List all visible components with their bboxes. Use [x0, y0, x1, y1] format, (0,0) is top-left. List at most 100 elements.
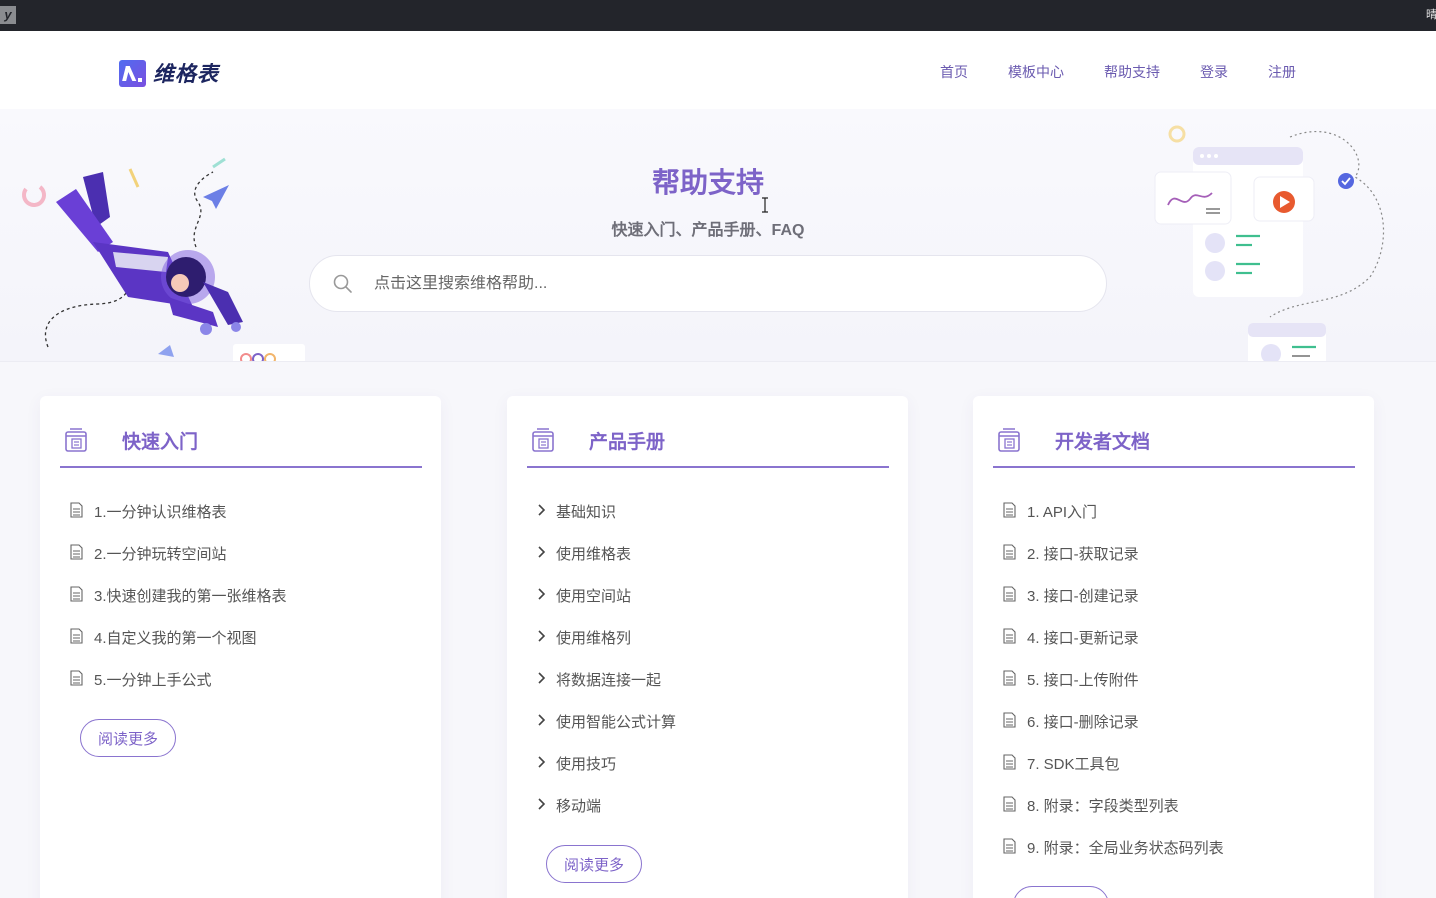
help-search-box[interactable]	[309, 255, 1107, 312]
document-icon	[1003, 712, 1016, 728]
dashboard-illustration	[1154, 125, 1385, 361]
list-item-label: 2. 接口-获取记录	[1027, 546, 1139, 563]
chevron-right-icon	[538, 504, 546, 516]
list-item-label: 1.一分钟认识维格表	[94, 504, 227, 521]
list-item[interactable]: 1.一分钟认识维格表	[70, 501, 287, 543]
card-header: 快速入门	[60, 414, 422, 468]
list-item[interactable]: 使用维格列	[537, 627, 676, 669]
chevron-right-icon	[538, 672, 546, 684]
list-item[interactable]: 8. 附录：字段类型列表	[1003, 795, 1224, 837]
read-more-button[interactable]: 阅读更多	[80, 719, 176, 757]
list-item[interactable]: 2. 接口-获取记录	[1003, 543, 1224, 585]
chevron-right-icon	[538, 798, 546, 810]
chevron-right-icon	[538, 756, 546, 768]
card-header: 产品手册	[527, 414, 889, 468]
card-quick-start: 快速入门 1.一分钟认识维格表 2.一分钟玩转空间站 3.快速创建我的第一张维格…	[40, 396, 441, 898]
product-manual-list: 基础知识 使用维格表 使用空间站 使用维格列 将数据连接一起 使用智能公式计算 …	[537, 501, 676, 837]
card-title: 快速入门	[122, 431, 199, 453]
list-item-label: 使用维格列	[556, 630, 632, 647]
list-item-label: 使用维格表	[556, 546, 632, 563]
chevron-right-icon	[538, 546, 546, 558]
list-item[interactable]: 使用智能公式计算	[537, 711, 676, 753]
list-item-label: 9. 附录：全局业务状态码列表	[1027, 840, 1224, 857]
list-item-label: 5.一分钟上手公式	[94, 672, 212, 689]
document-folder-icon	[998, 428, 1020, 452]
hero-banner: 帮助支持 快速入门、产品手册、FAQ	[0, 109, 1436, 362]
list-item[interactable]: 使用维格表	[537, 543, 676, 585]
list-item-label: 使用空间站	[556, 588, 632, 605]
card-title: 产品手册	[589, 431, 666, 453]
list-item-label: 5. 接口-上传附件	[1027, 672, 1139, 689]
list-item-label: 使用智能公式计算	[556, 714, 677, 731]
chevron-right-icon	[538, 588, 546, 600]
list-item-label: 将数据连接一起	[556, 672, 662, 689]
chevron-right-icon	[538, 630, 546, 642]
list-item[interactable]: 使用技巧	[537, 753, 676, 795]
list-item-label: 4. 接口-更新记录	[1027, 630, 1139, 647]
chevron-right-icon	[538, 714, 546, 726]
list-item[interactable]: 基础知识	[537, 501, 676, 543]
list-item-label: 7. SDK工具包	[1027, 756, 1120, 773]
list-item[interactable]: 9. 附录：全局业务状态码列表	[1003, 837, 1224, 879]
list-item[interactable]: 4. 接口-更新记录	[1003, 627, 1224, 669]
list-item[interactable]: 3. 接口-创建记录	[1003, 585, 1224, 627]
document-icon	[1003, 586, 1016, 602]
list-item[interactable]: 7. SDK工具包	[1003, 753, 1224, 795]
document-folder-icon	[65, 428, 87, 452]
list-item-label: 4.自定义我的第一个视图	[94, 630, 257, 647]
list-item-label: 基础知识	[556, 504, 617, 521]
list-item[interactable]: 移动端	[537, 795, 676, 837]
logo-text: 维格表	[153, 63, 219, 86]
card-title: 开发者文档	[1055, 431, 1151, 453]
document-icon	[70, 628, 83, 644]
document-icon	[1003, 796, 1016, 812]
document-icon	[1003, 544, 1016, 560]
search-icon	[333, 274, 352, 293]
card-header: 开发者文档	[993, 414, 1355, 468]
text-cursor-icon	[762, 197, 768, 213]
list-item[interactable]: 4.自定义我的第一个视图	[70, 627, 287, 669]
list-item[interactable]: 5. 接口-上传附件	[1003, 669, 1224, 711]
list-item-label: 1. API入门	[1027, 504, 1098, 521]
list-item-label: 3. 接口-创建记录	[1027, 588, 1139, 605]
nav-templates[interactable]: 模板中心	[1008, 62, 1064, 82]
list-item-label: 3.快速创建我的第一张维格表	[94, 588, 287, 605]
list-item[interactable]: 使用空间站	[537, 585, 676, 627]
document-icon	[70, 502, 83, 518]
list-item[interactable]: 将数据连接一起	[537, 669, 676, 711]
list-item-label: 6. 接口-删除记录	[1027, 714, 1139, 731]
list-item-label: 8. 附录：字段类型列表	[1027, 798, 1179, 815]
document-icon	[1003, 838, 1016, 854]
document-icon	[1003, 754, 1016, 770]
list-item-label: 使用技巧	[556, 756, 617, 773]
list-item[interactable]: 1. API入门	[1003, 501, 1224, 543]
site-logo[interactable]: 维格表	[119, 58, 219, 88]
list-item-label: 移动端	[556, 798, 602, 815]
nav-help[interactable]: 帮助支持	[1104, 62, 1160, 82]
document-icon	[1003, 628, 1016, 644]
document-icon	[1003, 502, 1016, 518]
window-titlebar: y 晴	[0, 0, 1436, 31]
list-item[interactable]: 6. 接口-删除记录	[1003, 711, 1224, 753]
list-item[interactable]: 5.一分钟上手公式	[70, 669, 287, 711]
list-item-label: 2.一分钟玩转空间站	[94, 546, 227, 563]
document-icon	[70, 586, 83, 602]
card-product-manual: 产品手册 基础知识 使用维格表 使用空间站 使用维格列 将数据连接一起 使用智能…	[507, 396, 908, 898]
main-nav: 首页 模板中心 帮助支持 登录 注册	[940, 62, 1296, 82]
quick-start-list: 1.一分钟认识维格表 2.一分钟玩转空间站 3.快速创建我的第一张维格表 4.自…	[70, 501, 287, 711]
developer-docs-list: 1. API入门 2. 接口-获取记录 3. 接口-创建记录 4. 接口-更新记…	[1003, 501, 1224, 879]
card-developer-docs: 开发者文档 1. API入门 2. 接口-获取记录 3. 接口-创建记录 4. …	[973, 396, 1374, 898]
read-more-button[interactable]: 阅读更多	[546, 845, 642, 883]
help-search-input[interactable]	[374, 274, 1054, 293]
document-folder-icon	[532, 428, 554, 452]
nav-register[interactable]: 注册	[1268, 62, 1296, 82]
document-icon	[1003, 670, 1016, 686]
nav-login[interactable]: 登录	[1200, 62, 1228, 82]
read-more-button[interactable]: 阅读更多	[1013, 886, 1109, 898]
logo-mark-icon	[119, 59, 146, 87]
list-item[interactable]: 2.一分钟玩转空间站	[70, 543, 287, 585]
app-icon[interactable]: y	[0, 6, 16, 24]
document-icon	[70, 670, 83, 686]
nav-home[interactable]: 首页	[940, 62, 968, 82]
list-item[interactable]: 3.快速创建我的第一张维格表	[70, 585, 287, 627]
